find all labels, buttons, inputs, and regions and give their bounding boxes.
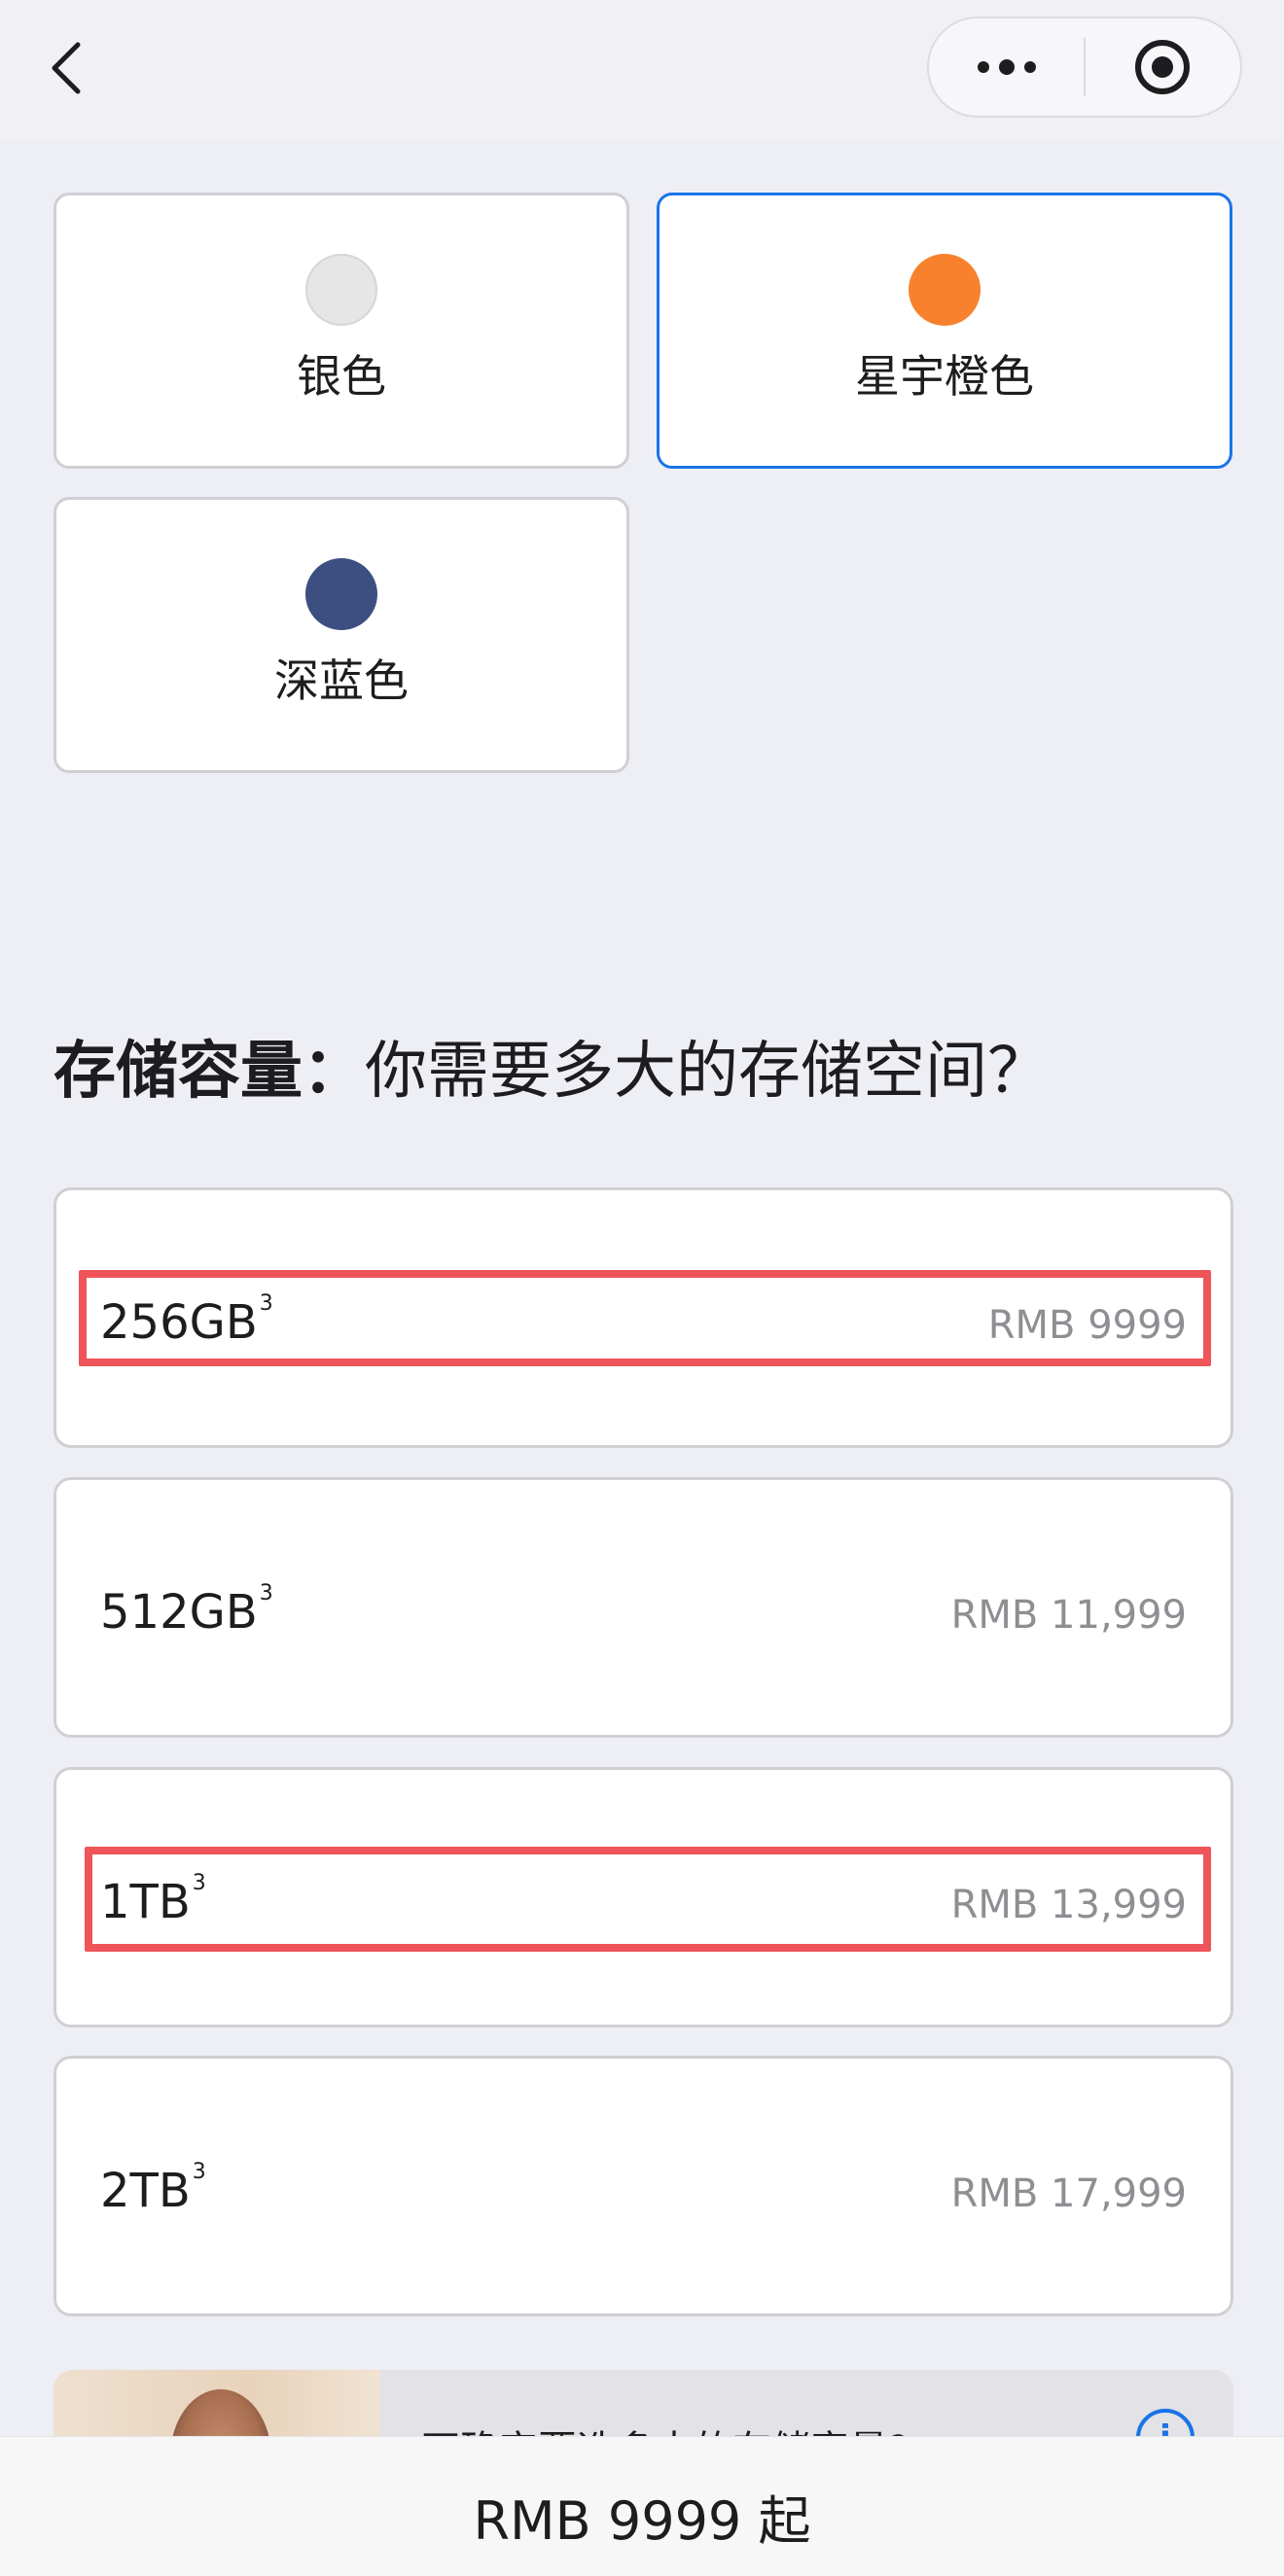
storage-option-512gb[interactable]: 512GB3 RMB 11,999 — [54, 1477, 1233, 1738]
color-option-orange[interactable]: 星宇橙色 — [657, 193, 1232, 469]
footnote-marker: 3 — [259, 1291, 273, 1316]
dark-blue-swatch — [305, 558, 377, 630]
chevron-left-icon — [52, 42, 81, 94]
color-label: 银色 — [297, 350, 386, 403]
page: 银色 星宇橙色 深蓝色 存储容量：你需要多大的存储空间？ 256GB3 RMB … — [0, 0, 1284, 2576]
footnote-marker: 3 — [192, 2160, 206, 2184]
storage-size: 2TB3 — [100, 2160, 206, 2218]
more-button[interactable] — [929, 18, 1084, 116]
storage-size: 512GB3 — [100, 1581, 273, 1640]
orange-swatch — [909, 254, 981, 326]
storage-option-256gb[interactable]: 256GB3 RMB 9999 — [54, 1187, 1233, 1448]
storage-size-text: 512GB — [100, 1585, 258, 1640]
silver-swatch — [305, 254, 377, 326]
storage-option-2tb[interactable]: 2TB3 RMB 17,999 — [54, 2056, 1233, 2316]
more-dots-icon — [977, 59, 1036, 75]
back-button[interactable] — [37, 29, 95, 107]
color-label: 深蓝色 — [274, 654, 409, 707]
starting-price: RMB 9999 起 — [473, 2490, 811, 2552]
storage-heading-bold: 存储容量： — [54, 1036, 365, 1108]
storage-size: 1TB3 — [100, 1871, 206, 1929]
color-option-silver[interactable]: 银色 — [54, 193, 629, 469]
color-option-dark-blue[interactable]: 深蓝色 — [54, 497, 629, 773]
mini-program-capsule — [927, 17, 1242, 118]
storage-size-text: 256GB — [100, 1295, 258, 1350]
top-navigation-bar — [0, 0, 1284, 141]
storage-price: RMB 9999 — [987, 1303, 1187, 1348]
storage-heading: 存储容量：你需要多大的存储空间？ — [54, 1021, 1050, 1111]
storage-size-text: 2TB — [100, 2164, 191, 2218]
bottom-price-bar: RMB 9999 起 — [0, 2436, 1284, 2576]
storage-price: RMB 13,999 — [950, 1883, 1187, 1927]
color-label: 星宇橙色 — [855, 350, 1034, 403]
close-miniprogram-button[interactable] — [1086, 18, 1240, 116]
storage-price: RMB 17,999 — [950, 2171, 1187, 2216]
storage-price: RMB 11,999 — [950, 1593, 1187, 1638]
storage-option-1tb[interactable]: 1TB3 RMB 13,999 — [54, 1767, 1233, 2028]
target-icon — [1135, 40, 1191, 94]
storage-heading-question: 你需要多大的存储空间？ — [365, 1036, 1050, 1108]
footnote-marker: 3 — [259, 1581, 273, 1606]
footnote-marker: 3 — [192, 1871, 206, 1895]
storage-size-text: 1TB — [100, 1875, 191, 1929]
storage-size: 256GB3 — [100, 1291, 273, 1350]
